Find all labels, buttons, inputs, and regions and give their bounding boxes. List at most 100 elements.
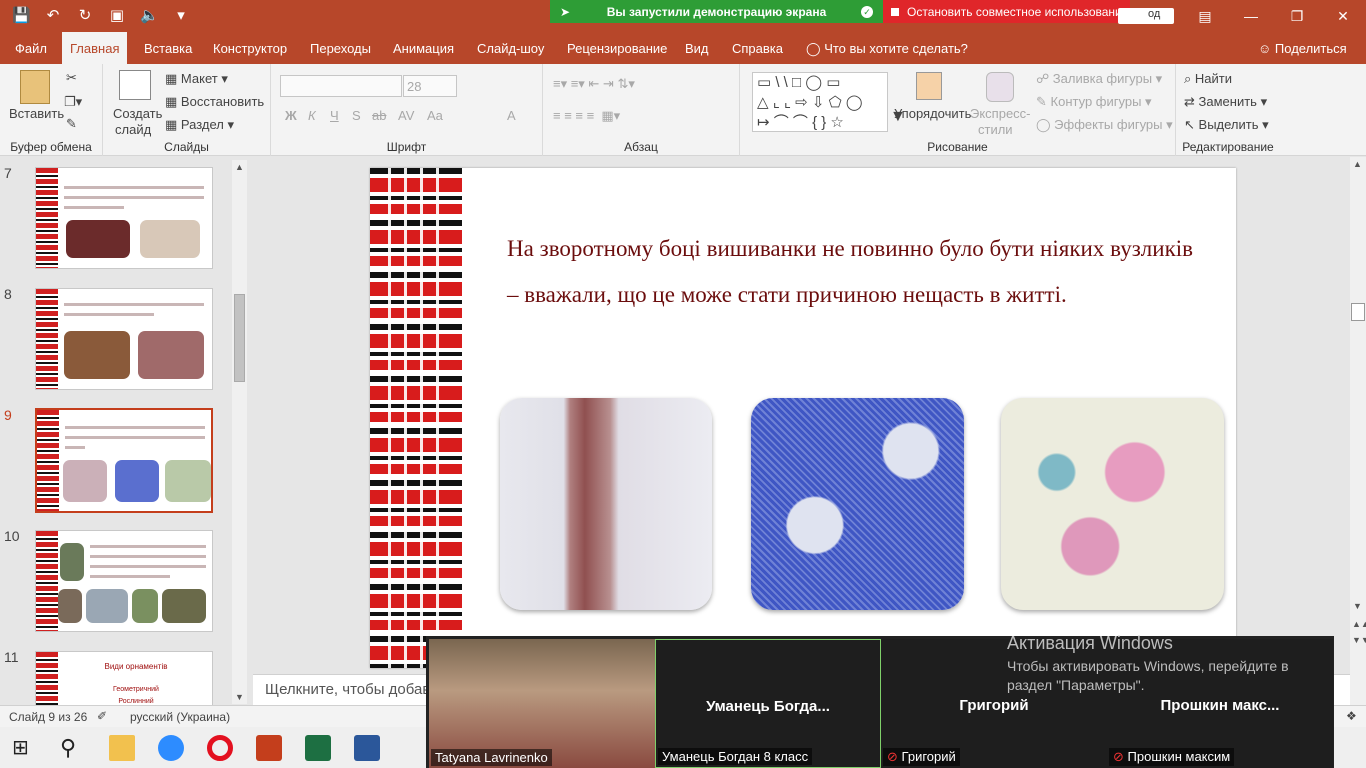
redo-icon[interactable]: ↻ [76,6,94,24]
canvas-scrollbar[interactable]: ▲ ▼ ▲▲ ▼▼ [1350,157,1366,705]
thumbnail-text-line [65,446,85,449]
thumbnail-slide-7[interactable] [35,167,213,269]
tab-file[interactable]: Файл [15,32,47,64]
format-painter-icon[interactable]: ✎ [66,116,77,132]
new-slide-button-line1[interactable]: Создать [113,106,162,121]
tab-home[interactable]: Главная [62,32,128,64]
thumbnail-slide-9[interactable] [35,408,213,513]
tab-animations[interactable]: Анимация [393,32,454,64]
thumbnail-slide-11[interactable]: Види орнаментів Геометричний Рослинний [35,651,213,711]
case-button[interactable]: Aa [427,108,443,123]
strikethrough-button[interactable]: ab [372,108,386,123]
shadow-button[interactable]: S [352,108,361,123]
restore-icon[interactable]: ❐ [1274,0,1320,32]
underline-button[interactable]: Ч [330,108,339,123]
font-size-select[interactable]: 28 [403,75,457,97]
thumbnail-text-line [90,575,170,578]
customize-icon[interactable]: ▾ [172,6,190,24]
thumbnail-slide-8[interactable] [35,288,213,390]
zoom-icon[interactable] [158,735,184,761]
embroidery-photo-flowers[interactable] [1001,398,1224,610]
scroll-up-icon[interactable]: ▲ [235,162,244,172]
video-tile-self[interactable]: Tatyana Lavrinenko [429,639,655,768]
scroll-down-icon[interactable]: ▼ [1353,601,1362,611]
close-icon[interactable]: ✕ [1320,0,1366,32]
next-slide-icon[interactable]: ▼▼ [1352,635,1366,645]
bullets-icon[interactable]: ≡▾ ≡▾ ⇤ ⇥ ⇅▾ [553,76,635,92]
spellcheck-icon[interactable]: ✐ [97,709,107,723]
tab-review[interactable]: Рецензирование [567,32,667,64]
explorer-icon[interactable] [109,735,135,761]
excel-icon[interactable] [305,735,331,761]
shape-fill-button[interactable]: ☍ Заливка фигуры ▾ [1036,71,1162,87]
word-icon[interactable] [354,735,380,761]
stop-share-button[interactable]: Остановить совместное использование [883,0,1130,23]
tab-design[interactable]: Конструктор [213,32,287,64]
section-button[interactable]: ▦ Раздел ▾ [165,117,234,133]
select-button[interactable]: ↖ Выделить ▾ [1184,117,1269,133]
thumbnail-text-line [65,436,205,439]
font-name-select[interactable] [280,75,402,97]
sign-in-button[interactable]: од [1118,8,1174,24]
find-button[interactable]: ⌕ Найти [1184,71,1232,87]
start-icon[interactable]: ⊞ [12,735,38,761]
ribbon-display-icon[interactable]: ▤ [1182,0,1228,32]
replace-button[interactable]: ⇄ Заменить ▾ [1184,94,1267,110]
quick-styles-button-line1[interactable]: Экспресс- [970,106,1031,121]
share-button[interactable]: ☺ Поделиться [1258,32,1347,64]
present-icon[interactable]: ▣ [108,6,126,24]
tab-help[interactable]: Справка [732,32,783,64]
tab-slideshow[interactable]: Слайд-шоу [477,32,544,64]
paste-icon[interactable] [20,70,50,104]
italic-button[interactable]: К [308,108,316,123]
scrollbar-thumb[interactable] [1351,303,1365,321]
reset-button[interactable]: ▦ Восстановить [165,94,264,110]
opera-icon[interactable] [207,735,233,761]
tab-insert[interactable]: Вставка [144,32,192,64]
shapes-gallery[interactable]: ▭ \ \ □ ◯ ▭ △ ⌞ ⌞ ⇨ ⇩ ⬠ ◯ ↦ ⌒ ⌒ { } ☆ [752,72,888,132]
language-status[interactable]: русский (Украина) [130,710,230,724]
cut-icon[interactable]: ✂ [66,70,77,86]
thumbnail-scrollbar[interactable]: ▲ ▼ [232,160,247,704]
slide-thumbnail-panel[interactable]: 7 8 9 10 11 Види орнаментів Геометричний… [0,157,250,711]
search-icon[interactable]: ⚲ [60,735,86,761]
scroll-down-icon[interactable]: ▼ [235,692,244,702]
scroll-up-icon[interactable]: ▲ [1353,159,1362,169]
minimize-icon[interactable]: — [1228,0,1274,32]
shape-effects-button[interactable]: ◯ Эффекты фигуры ▾ [1036,117,1173,133]
powerpoint-icon[interactable] [256,735,282,761]
arrange-button[interactable]: Упорядочить [894,106,971,121]
bold-button[interactable]: Ж [285,108,297,123]
new-slide-button-line2[interactable]: слайд [115,122,151,137]
paste-button[interactable]: Вставить [9,106,64,121]
thumbnail-image [140,220,200,258]
layout-button[interactable]: ▦ Макет ▾ [165,71,228,87]
arrange-icon[interactable] [916,72,942,100]
scrollbar-thumb[interactable] [234,294,245,382]
fit-slide-icon[interactable]: ❖ [1346,709,1357,723]
lightbulb-icon: ◯ [806,41,821,56]
align-icons[interactable]: ≡ ≡ ≡ ≡ ▦▾ [553,108,620,124]
save-icon[interactable]: 💾 [12,6,31,24]
quick-styles-button-line2[interactable]: стили [978,122,1013,137]
tab-transitions[interactable]: Переходы [310,32,371,64]
prev-slide-icon[interactable]: ▲▲ [1352,619,1366,629]
new-slide-icon[interactable] [119,70,151,100]
video-tile-umanets[interactable]: Уманець Богда... Уманець Богдан 8 класс [655,639,881,768]
current-slide[interactable]: На зворотному боці вишиванки не повинно … [370,168,1236,668]
tab-view[interactable]: Вид [685,32,709,64]
undo-icon[interactable]: ↶ [44,6,62,24]
thumbnail-slide-10[interactable] [35,530,213,632]
spacing-button[interactable]: AV [398,108,414,123]
quick-styles-icon[interactable] [986,72,1014,102]
thumbnail-text-line [64,206,124,209]
speaker-icon[interactable]: 🔈 [140,6,159,24]
embroidery-photo-blue[interactable] [751,398,964,610]
copy-icon[interactable]: ❐▾ [64,94,82,110]
slide-text[interactable]: На зворотному боці вишиванки не повинно … [507,226,1193,318]
embroidery-photo-red[interactable] [500,398,712,610]
shape-outline-button[interactable]: ✎ Контур фигуры ▾ [1036,94,1152,110]
tell-me-search[interactable]: ◯ Что вы хотите сделать? [806,32,968,64]
thumbnail-title: Види орнаментів [104,662,168,671]
font-color-button[interactable]: A [507,108,516,123]
